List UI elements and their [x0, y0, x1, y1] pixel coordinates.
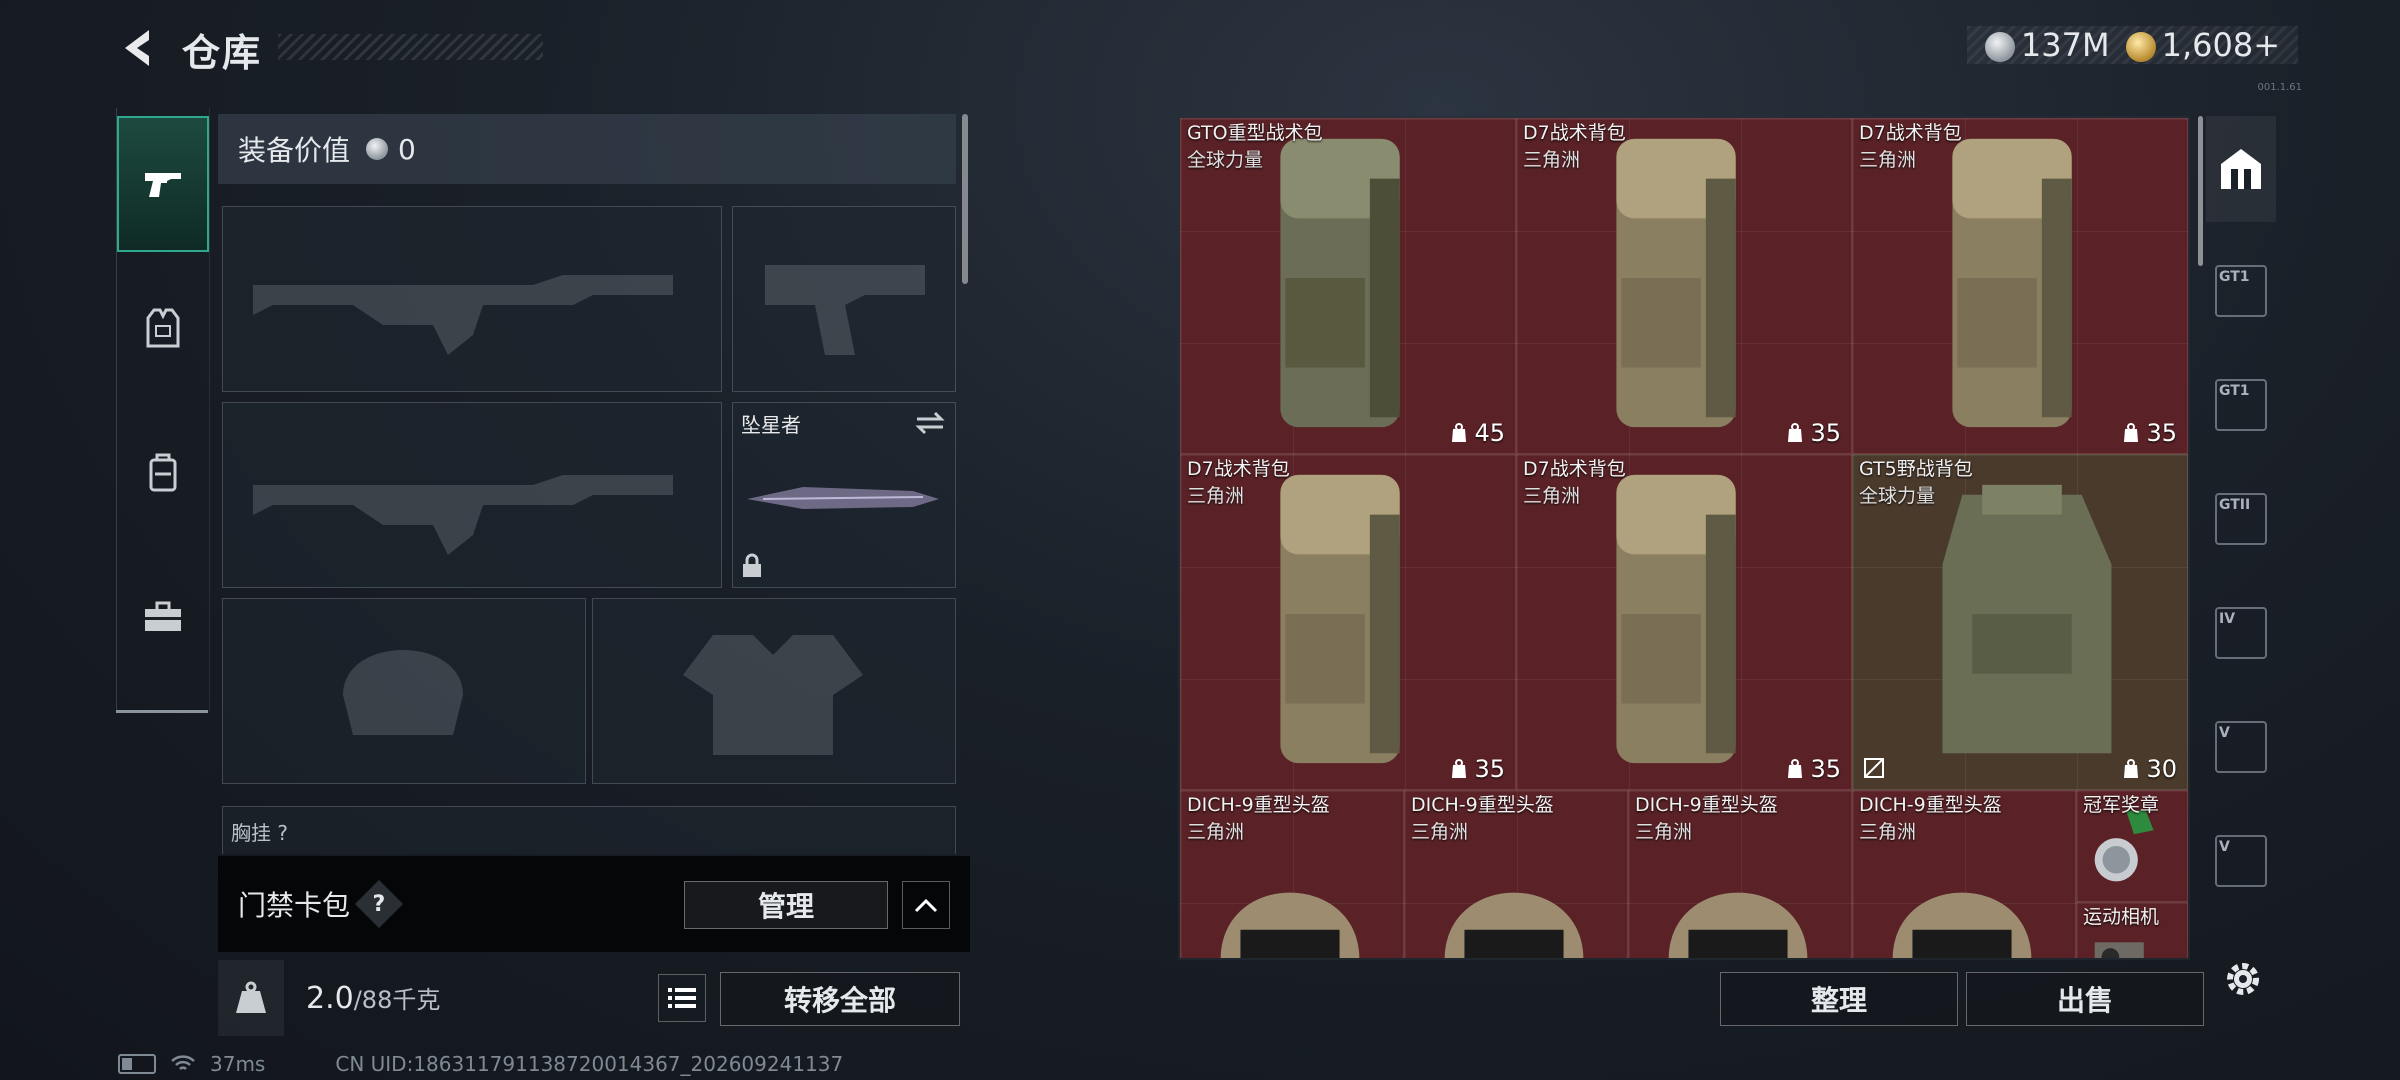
tab-all[interactable]	[2206, 116, 2276, 222]
capacity-icon	[1788, 759, 1803, 778]
stash-item[interactable]: D7战术背包 三角洲 35	[1516, 118, 1852, 454]
capacity-icon	[1452, 423, 1467, 442]
tab-stash-4[interactable]: IV	[2206, 580, 2276, 686]
weight-icon	[218, 960, 284, 1036]
stash-item[interactable]: 冠军奖章	[2076, 790, 2188, 902]
swap-icon[interactable]	[915, 411, 945, 435]
currency-display: 137M 1,608+	[1967, 26, 2298, 64]
armor-slot[interactable]	[592, 598, 956, 784]
helmet-slot[interactable]	[222, 598, 586, 784]
user-uid: CN UID:1863117911387200143​67_2026092411…	[335, 1052, 844, 1076]
capacity-icon	[2124, 423, 2139, 442]
stash-item[interactable]: D7战术背包 三角洲 35	[1180, 454, 1516, 790]
stash-item[interactable]: DICH-9重型头盔 三角洲	[1852, 790, 2076, 958]
title-decoration	[278, 34, 543, 60]
back-arrow-icon	[125, 30, 149, 66]
capacity-icon	[1788, 423, 1803, 442]
settings-button[interactable]	[2218, 954, 2268, 1004]
melee-name: 坠星者	[741, 413, 801, 437]
weight-value: 2.0/88千克	[306, 981, 441, 1016]
manage-button[interactable]: 管理	[684, 881, 888, 929]
list-icon	[668, 988, 696, 1008]
equipment-value: 装备价值 0	[218, 114, 956, 184]
silver-currency: 137M	[1984, 26, 2110, 64]
stash-panel: GTO重型战术包 全球力量 45 D7战术背包 三角洲 35 D7战术背包 三角…	[1178, 116, 2190, 960]
nav-armor[interactable]	[117, 260, 209, 396]
list-view-button[interactable]	[658, 974, 706, 1022]
chevron-up-icon	[914, 898, 938, 913]
lock-icon	[743, 553, 761, 577]
chest-rig-label: 胸挂 ?	[231, 821, 288, 845]
gold-coin-icon	[2125, 32, 2156, 62]
tab-stash-2[interactable]: GT1	[2206, 352, 2276, 458]
rifle-silhouette-icon	[253, 475, 673, 555]
secondary-weapon-slot[interactable]	[732, 206, 956, 392]
ping-value: 37ms	[210, 1052, 266, 1076]
weight-bar: 2.0/88千克 转移全部	[218, 960, 970, 1036]
pistol-silhouette-icon	[765, 265, 925, 355]
page-title: 仓库	[182, 31, 263, 75]
primary-weapon-slot-2[interactable]	[222, 402, 722, 588]
battery-icon	[118, 1054, 156, 1074]
backpack-icon	[149, 453, 177, 492]
silver-coin-icon	[1984, 32, 2015, 62]
loadout-scrollbar[interactable]	[962, 114, 968, 284]
melee-slot[interactable]: 坠星者	[732, 402, 956, 588]
status-bar: 37ms CN UID:1863117911387200143​67_20260…	[118, 1052, 843, 1076]
rifle-silhouette-icon	[253, 275, 673, 355]
stash-item[interactable]: 运动相机	[2076, 902, 2188, 958]
card-pack-label: 门禁卡包	[238, 889, 351, 922]
stash-item[interactable]: D7战术背包 三角洲 35	[1852, 118, 2188, 454]
sort-button[interactable]: 整理	[1720, 972, 1958, 1026]
stash-item[interactable]: DICH-9重型头盔 三角洲	[1628, 790, 1852, 958]
stash-item[interactable]: GTO重型战术包 全球力量 45	[1180, 118, 1516, 454]
chest-rig-slot[interactable]: 胸挂 ?	[222, 806, 956, 854]
tab-stash-6[interactable]: V	[2206, 808, 2276, 914]
access-card-bar: 门禁卡包 ? 管理	[218, 856, 970, 952]
tab-stash-5[interactable]: V	[2206, 694, 2276, 800]
stash-scrollbar[interactable]	[2198, 116, 2203, 266]
stash-item[interactable]: DICH-9重型头盔 三角洲	[1404, 790, 1628, 958]
stash-tab-nav: GT1 GT1 GTII IV V V	[2206, 116, 2276, 926]
left-category-nav	[116, 108, 210, 712]
knife-icon	[747, 487, 939, 509]
collapse-button[interactable]	[902, 881, 950, 929]
nav-divider	[116, 710, 208, 713]
transfer-all-button[interactable]: 转移全部	[720, 972, 960, 1026]
back-button[interactable]	[112, 24, 162, 72]
capacity-icon	[2124, 759, 2139, 778]
stash-grid: GTO重型战术包 全球力量 45 D7战术背包 三角洲 35 D7战术背包 三角…	[1180, 118, 2188, 958]
equip-value-label: 装备价值	[238, 134, 351, 167]
pistol-icon	[145, 173, 181, 197]
nav-weapons[interactable]	[117, 116, 209, 252]
loadout-panel: 装备价值 0 坠星者 胸挂 ?	[218, 114, 968, 854]
nav-backpack[interactable]	[117, 404, 209, 540]
equip-value-amount: 0	[398, 132, 416, 166]
gear-icon	[2227, 963, 2259, 995]
stash-item[interactable]: DICH-9重型头盔 三角洲	[1180, 790, 1404, 958]
armor-silhouette-icon	[683, 635, 863, 755]
version-label: 001.1.61	[2257, 82, 2302, 93]
stash-item[interactable]: GT5野战背包 全球力量 30	[1852, 454, 2188, 790]
gold-currency[interactable]: 1,608+	[2125, 26, 2280, 64]
sell-button[interactable]: 出售	[1966, 972, 2204, 1026]
primary-weapon-slot[interactable]	[222, 206, 722, 392]
helmet-silhouette-icon	[343, 650, 463, 735]
no-trade-icon	[1864, 758, 1884, 778]
capacity-icon	[1452, 759, 1467, 778]
nav-tools[interactable]	[117, 548, 209, 684]
stash-item[interactable]: D7战术背包 三角洲 35	[1516, 454, 1852, 790]
tab-stash-3[interactable]: GTII	[2206, 466, 2276, 572]
help-icon[interactable]: ?	[354, 879, 404, 929]
add-currency-button[interactable]: +	[2253, 26, 2280, 64]
vest-icon	[146, 308, 180, 348]
warehouse-icon	[2221, 149, 2261, 189]
silver-coin-icon	[366, 138, 389, 160]
toolbox-icon	[145, 601, 181, 631]
tab-stash-1[interactable]: GT1	[2206, 238, 2276, 344]
wifi-icon	[171, 1055, 195, 1070]
